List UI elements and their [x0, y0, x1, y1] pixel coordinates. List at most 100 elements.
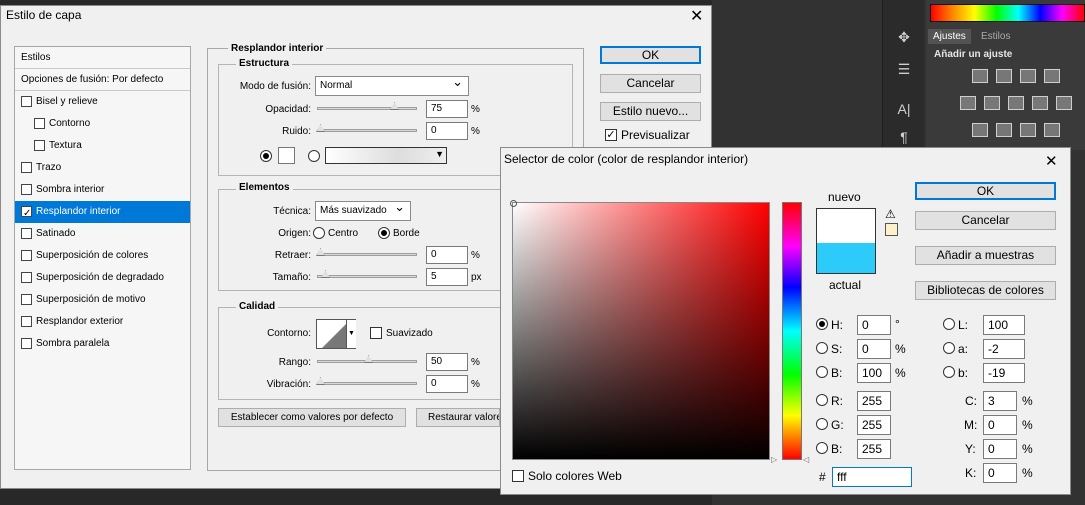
s-radio[interactable]: [816, 342, 828, 354]
paragraph-icon[interactable]: ¶: [893, 128, 915, 146]
k-field[interactable]: 0: [983, 463, 1017, 483]
current-color-swatch[interactable]: [816, 243, 876, 274]
photo-filter-icon[interactable]: [1032, 96, 1048, 110]
lab-b-radio[interactable]: [943, 366, 955, 378]
r-radio[interactable]: [816, 394, 828, 406]
invert-icon[interactable]: [972, 123, 988, 137]
checkbox[interactable]: [21, 316, 32, 327]
reset-default-button[interactable]: Restaurar valores por defecto: [416, 408, 500, 427]
style-item[interactable]: Superposición de degradado: [15, 267, 190, 289]
hue-arrow-left-icon[interactable]: ▷: [771, 455, 777, 464]
l-field[interactable]: 100: [983, 315, 1025, 335]
text-tool-icon[interactable]: A|: [893, 100, 915, 118]
hue-arrow-right-icon[interactable]: ◁: [803, 455, 809, 464]
origin-edge-radio[interactable]: [378, 227, 390, 239]
checkbox[interactable]: [34, 140, 45, 151]
technique-select[interactable]: Más suavizado: [315, 198, 411, 221]
checkbox-checked[interactable]: [21, 203, 32, 225]
close-icon[interactable]: ✕: [1045, 152, 1058, 170]
style-item[interactable]: Resplandor exterior: [15, 311, 190, 333]
a-radio[interactable]: [943, 342, 955, 354]
checkbox[interactable]: [21, 294, 32, 305]
style-item[interactable]: Superposición de motivo: [15, 289, 190, 311]
style-item[interactable]: Superposición de colores: [15, 245, 190, 267]
blue-radio[interactable]: [816, 442, 828, 454]
style-item[interactable]: Sombra paralela: [15, 333, 190, 355]
style-item[interactable]: Bisel y relieve: [15, 91, 190, 113]
tab-estilos[interactable]: Estilos: [976, 29, 1015, 44]
style-item[interactable]: Contorno: [15, 113, 190, 135]
style-item[interactable]: Satinado: [15, 223, 190, 245]
origin-center-radio[interactable]: [313, 227, 325, 239]
close-icon[interactable]: ✕: [690, 9, 703, 25]
color-field[interactable]: [510, 200, 770, 460]
curves-icon[interactable]: [1020, 69, 1036, 83]
jitter-field[interactable]: 0: [426, 375, 468, 393]
balance-icon[interactable]: [984, 96, 1000, 110]
brightness-icon[interactable]: [972, 69, 988, 83]
a-field[interactable]: -2: [983, 339, 1025, 359]
color-field-cursor[interactable]: [510, 200, 517, 207]
glow-color-swatch[interactable]: [278, 147, 295, 164]
checkbox[interactable]: [21, 338, 32, 349]
b-field[interactable]: 100: [857, 363, 891, 383]
b-radio[interactable]: [816, 366, 828, 378]
gamut-swatch[interactable]: [885, 223, 898, 236]
s-field[interactable]: 0: [857, 339, 891, 359]
checkbox[interactable]: [21, 250, 32, 261]
size-field[interactable]: 5: [426, 268, 468, 286]
sliders-icon[interactable]: ☰: [893, 60, 915, 78]
new-style-button[interactable]: Estilo nuevo...: [600, 102, 701, 121]
r-field[interactable]: 255: [857, 391, 891, 411]
checkbox[interactable]: [21, 184, 32, 195]
threshold-icon[interactable]: [1020, 123, 1036, 137]
g-radio[interactable]: [816, 418, 828, 430]
size-slider[interactable]: [317, 270, 417, 278]
levels-icon[interactable]: [996, 69, 1012, 83]
ok-button[interactable]: OK: [600, 46, 701, 64]
gradient-radio[interactable]: [308, 150, 320, 162]
blend-options-item[interactable]: Opciones de fusión: Por defecto: [15, 69, 190, 91]
bw-icon[interactable]: [1008, 96, 1024, 110]
tab-ajustes[interactable]: Ajustes: [928, 29, 971, 44]
picker-ok-button[interactable]: OK: [915, 182, 1056, 200]
checkbox[interactable]: [21, 162, 32, 173]
hue-slider[interactable]: [782, 202, 802, 460]
preview-checkbox[interactable]: ✓: [605, 129, 617, 141]
jitter-slider[interactable]: [316, 377, 417, 385]
blend-mode-select[interactable]: Normal: [315, 73, 469, 96]
range-slider[interactable]: [317, 355, 417, 363]
warning-icon[interactable]: ⚠: [885, 207, 896, 221]
antialias-checkbox[interactable]: [370, 327, 382, 339]
checkbox[interactable]: [21, 96, 32, 107]
channel-mixer-icon[interactable]: [1056, 96, 1072, 110]
opacity-field[interactable]: 75: [426, 100, 468, 118]
style-item[interactable]: Sombra interior: [15, 179, 190, 201]
cancel-button[interactable]: Cancelar: [600, 74, 701, 93]
h-radio[interactable]: [816, 318, 828, 330]
noise-field[interactable]: 0: [426, 122, 468, 140]
add-swatches-button[interactable]: Añadir a muestras: [915, 246, 1056, 265]
lab-b-field[interactable]: -19: [983, 363, 1025, 383]
range-field[interactable]: 50: [426, 353, 468, 371]
checkbox[interactable]: [21, 272, 32, 283]
hex-field[interactable]: fff: [832, 467, 912, 487]
choke-slider[interactable]: [316, 248, 417, 256]
vibrance-icon[interactable]: [960, 96, 976, 110]
posterize-icon[interactable]: [996, 123, 1012, 137]
solid-color-radio[interactable]: [260, 150, 272, 162]
y-field[interactable]: 0: [983, 439, 1017, 459]
choke-field[interactable]: 0: [426, 246, 468, 264]
style-item-selected[interactable]: Resplandor interior: [15, 201, 190, 225]
opacity-slider[interactable]: [317, 102, 417, 110]
exposure-icon[interactable]: [1044, 69, 1060, 83]
g-field[interactable]: 255: [857, 415, 891, 435]
picker-cancel-button[interactable]: Cancelar: [915, 211, 1056, 230]
style-item[interactable]: Textura: [15, 135, 190, 157]
blue-field[interactable]: 255: [857, 439, 891, 459]
web-only-checkbox[interactable]: [512, 470, 524, 482]
styles-header[interactable]: Estilos: [15, 47, 190, 69]
c-field[interactable]: 3: [983, 391, 1017, 411]
color-spectrum-bar[interactable]: [930, 4, 1085, 22]
h-field[interactable]: 0: [857, 315, 891, 335]
